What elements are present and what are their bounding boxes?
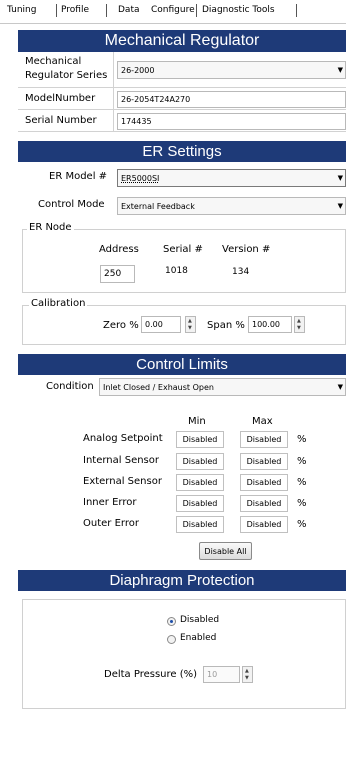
series-label-line2: Regulator Series (25, 70, 108, 81)
serial-header: Serial # (163, 244, 203, 255)
control-limits-header: Control Limits (18, 354, 346, 375)
model-number-field[interactable]: 26-2054T24A270 (117, 91, 346, 108)
disable-all-button[interactable]: Disable All (199, 542, 252, 560)
limit-min-field[interactable]: Disabled (176, 453, 224, 470)
tab-separator (106, 4, 107, 17)
limit-row-label: Outer Error (83, 518, 139, 529)
zero-field[interactable]: 0.00 (141, 316, 181, 333)
series-dropdown[interactable]: 26-2000 ▼ (117, 61, 346, 79)
delta-pressure-spinner[interactable]: ▲ ▼ (242, 666, 253, 683)
condition-label: Condition (46, 381, 94, 392)
calibration-title: Calibration (29, 298, 88, 309)
limit-min-field[interactable]: Disabled (176, 431, 224, 448)
limit-unit: % (297, 498, 307, 509)
chevron-down-icon: ▼ (337, 202, 343, 210)
address-field[interactable]: 250 (100, 265, 135, 283)
tab-profile[interactable]: Profile (61, 5, 89, 15)
diaphragm-protection-header: Diaphragm Protection (18, 570, 346, 591)
limit-row-label: Internal Sensor (83, 455, 159, 466)
er-model-label: ER Model # (49, 171, 108, 182)
delta-pressure-field[interactable]: 10 (203, 666, 240, 683)
max-header: Max (252, 416, 273, 427)
limit-unit: % (297, 519, 307, 530)
min-header: Min (188, 416, 206, 427)
serial-value: 1018 (165, 266, 188, 276)
limit-max-field[interactable]: Disabled (240, 516, 288, 533)
chevron-down-icon: ▼ (337, 66, 343, 74)
zero-label: Zero % (103, 320, 139, 331)
limit-unit: % (297, 434, 307, 445)
grid-line (18, 87, 346, 88)
spin-down-icon[interactable]: ▼ (188, 326, 192, 331)
series-dropdown-value: 26-2000 (121, 66, 155, 75)
limit-row-label: External Sensor (83, 476, 162, 487)
spin-up-icon[interactable]: ▲ (188, 319, 192, 324)
span-spinner[interactable]: ▲ ▼ (294, 316, 305, 333)
chevron-down-icon: ▼ (337, 383, 343, 391)
limit-row-label: Inner Error (83, 497, 137, 508)
grid-line (18, 109, 346, 110)
zero-spinner[interactable]: ▲ ▼ (185, 316, 196, 333)
er-node-group (22, 229, 346, 293)
grid-line (113, 52, 114, 132)
tab-data[interactable]: Data (118, 5, 140, 15)
tab-diagnostic-tools[interactable]: Diagnostic Tools (202, 5, 275, 15)
serial-number-field[interactable]: 174435 (117, 113, 346, 130)
control-mode-label: Control Mode (38, 199, 105, 210)
radio-enabled[interactable] (167, 635, 176, 644)
limit-max-field[interactable]: Disabled (240, 474, 288, 491)
spin-down-icon[interactable]: ▼ (297, 326, 301, 331)
limit-max-field[interactable]: Disabled (240, 495, 288, 512)
tab-separator (196, 4, 197, 17)
delta-pressure-label: Delta Pressure (%) (104, 669, 198, 680)
tab-separator (296, 4, 297, 17)
address-header: Address (99, 244, 139, 255)
er-node-title: ER Node (27, 222, 74, 233)
serial-number-label: Serial Number (25, 115, 97, 126)
er-settings-header: ER Settings (18, 141, 346, 162)
tab-configure[interactable]: Configure (151, 5, 195, 15)
limit-min-field[interactable]: Disabled (176, 516, 224, 533)
tab-tuning[interactable]: Tuning (7, 5, 36, 15)
span-field[interactable]: 100.00 (248, 316, 292, 333)
limit-max-field[interactable]: Disabled (240, 431, 288, 448)
condition-value: Inlet Closed / Exhaust Open (103, 383, 214, 392)
spin-up-icon[interactable]: ▲ (245, 669, 249, 674)
limit-unit: % (297, 456, 307, 467)
limit-min-field[interactable]: Disabled (176, 495, 224, 512)
control-mode-dropdown[interactable]: External Feedback ▼ (117, 197, 346, 215)
version-header: Version # (222, 244, 271, 255)
er-model-value: ER5000SI (121, 174, 160, 183)
version-value: 134 (232, 267, 250, 277)
limit-unit: % (297, 477, 307, 488)
control-mode-value: External Feedback (121, 202, 195, 211)
limit-min-field[interactable]: Disabled (176, 474, 224, 491)
radio-disabled[interactable] (167, 617, 176, 626)
series-label-line1: Mechanical (25, 56, 82, 67)
radio-disabled-label: Disabled (180, 615, 220, 625)
span-label: Span % (207, 320, 245, 331)
er-model-dropdown[interactable]: ER5000SI ▼ (117, 169, 346, 187)
spin-up-icon[interactable]: ▲ (297, 319, 301, 324)
limit-row-label: Analog Setpoint (83, 433, 163, 444)
chevron-down-icon: ▼ (337, 174, 343, 182)
model-number-label: ModelNumber (25, 93, 96, 104)
radio-enabled-label: Enabled (180, 633, 217, 643)
mechanical-regulator-header: Mechanical Regulator (18, 30, 346, 52)
limit-max-field[interactable]: Disabled (240, 453, 288, 470)
spin-down-icon[interactable]: ▼ (245, 676, 249, 681)
tab-underline (0, 23, 346, 24)
tab-separator (56, 4, 57, 17)
grid-line (18, 131, 346, 132)
tab-bar: Tuning Profile Data Configure Diagnostic… (0, 0, 346, 24)
condition-dropdown[interactable]: Inlet Closed / Exhaust Open ▼ (99, 378, 346, 396)
